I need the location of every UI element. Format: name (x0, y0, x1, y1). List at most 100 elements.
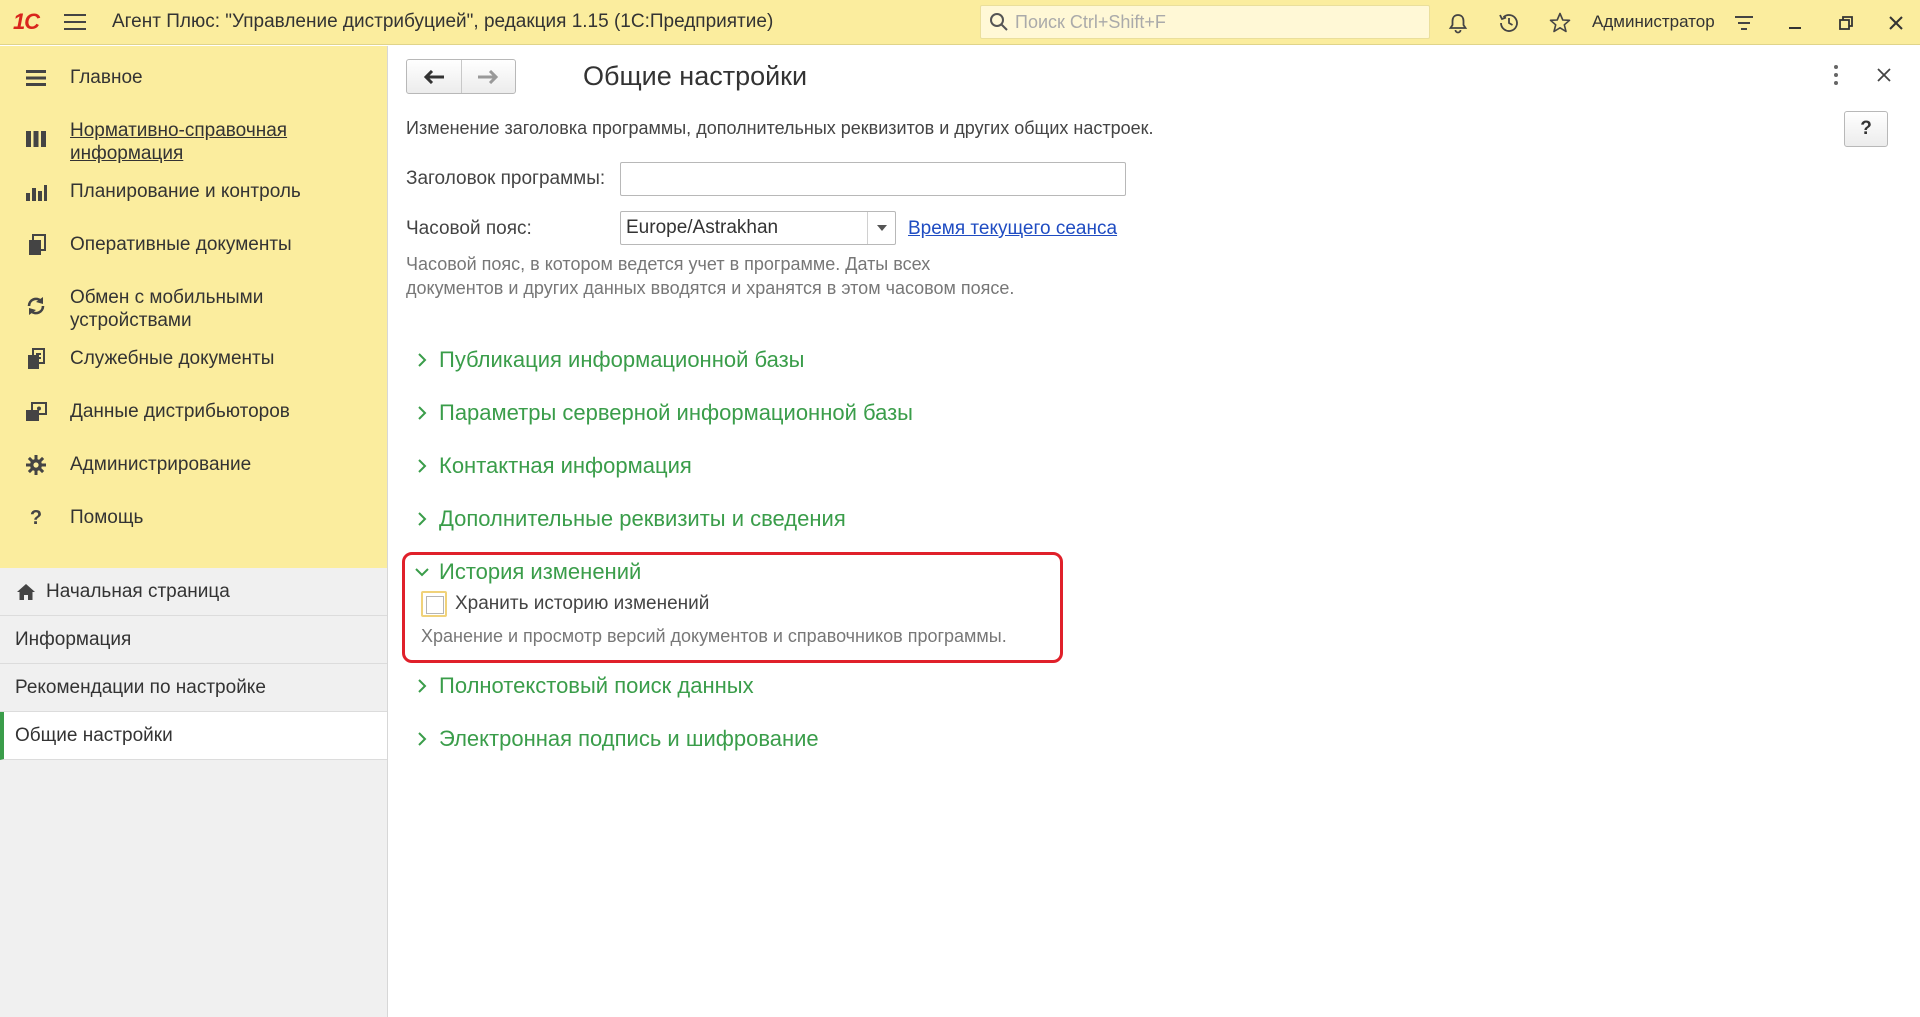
group-title: Электронная подпись и шифрование (439, 726, 819, 751)
form-area: Общие настройки ? Изменение заголовка пр… (389, 46, 1920, 1017)
favorites-button[interactable] (1538, 0, 1582, 45)
close-icon (1877, 68, 1891, 82)
window-close-button[interactable] (1874, 0, 1918, 45)
section-label: Планирование и контроль (70, 181, 301, 202)
nav-item-information[interactable]: Информация (0, 616, 387, 664)
clock-history-icon (1499, 13, 1518, 32)
section-administration[interactable]: Администрирование (0, 439, 387, 492)
nav-item-setup-recommendations[interactable]: Рекомендации по настройке (0, 664, 387, 712)
section-main[interactable]: Главное (0, 52, 387, 105)
group-title: Контактная информация (439, 453, 692, 478)
chevron-down-icon (412, 567, 432, 577)
timezone-value: Europe/Astrakhan (626, 217, 779, 238)
section-service-docs[interactable]: Служебные документы (0, 333, 387, 386)
section-planning[interactable]: Планирование и контроль (0, 166, 387, 219)
form-title: Общие настройки (583, 61, 808, 91)
hamburger-icon (64, 21, 86, 23)
restore-button[interactable] (1824, 0, 1868, 45)
group-contact-info[interactable]: Контактная информация (412, 453, 692, 479)
bell-icon (1448, 13, 1468, 33)
restore-icon (1839, 15, 1853, 30)
app-title: Агент Плюс: "Управление дистрибуцией", р… (112, 11, 774, 32)
open-windows-list: Начальная страница Информация Рекомендац… (0, 568, 387, 760)
chevron-down-icon[interactable] (867, 212, 895, 244)
history-hint: Хранение и просмотр версий документов и … (421, 626, 1007, 646)
group-fulltext-search[interactable]: Полнотекстовый поиск данных (412, 673, 754, 699)
program-title-label: Заголовок программы: (406, 168, 606, 189)
user-name[interactable]: Администратор (1592, 12, 1715, 32)
dot (1834, 81, 1838, 85)
nav-item-home[interactable]: Начальная страница (0, 568, 387, 616)
chevron-right-icon (412, 458, 432, 474)
dot (1834, 73, 1838, 77)
chevron-right-icon (412, 731, 432, 747)
history-button[interactable] (1487, 0, 1531, 45)
dots-vertical-icon (1834, 65, 1838, 69)
history-nav-buttons (406, 59, 516, 94)
chart-icon (22, 180, 50, 204)
sections-panel: Главное Нормативно-справочная информация… (0, 46, 387, 568)
form-close-button[interactable] (1869, 60, 1899, 90)
minimize-button[interactable] (1773, 0, 1817, 45)
settings-lines-icon (1735, 15, 1753, 30)
section-label: Оперативные документы (70, 234, 292, 255)
main-menu-button[interactable] (52, 0, 98, 45)
settings-menu-button[interactable] (1722, 0, 1766, 45)
nav-item-general-settings[interactable]: Общие настройки (0, 712, 387, 760)
group-title: Параметры серверной информационной базы (439, 400, 913, 425)
group-title: Полнотекстовый поиск данных (439, 673, 754, 698)
section-label: Служебные документы (70, 348, 275, 369)
store-history-checkbox[interactable] (421, 591, 447, 617)
store-history-label[interactable]: Хранить историю изменений (455, 593, 709, 615)
reference-icon (22, 127, 50, 151)
group-change-history[interactable]: История изменений (412, 559, 641, 585)
sync-icon (22, 294, 50, 318)
section-label: Обмен с мобильными устройствами (70, 287, 264, 331)
group-server-infobase-params[interactable]: Параметры серверной информационной базы (412, 400, 913, 426)
group-title: Публикация информационной базы (439, 347, 805, 372)
section-distributors[interactable]: Данные дистрибьюторов (0, 386, 387, 439)
chevron-right-icon (412, 405, 432, 421)
help-button[interactable]: ? (1844, 111, 1888, 147)
timezone-hint: Часовой пояс, в котором ведется учет в п… (406, 254, 1015, 298)
sidebar: Главное Нормативно-справочная информация… (0, 46, 388, 1017)
arrow-right-icon (478, 69, 499, 84)
group-additional-attributes[interactable]: Дополнительные реквизиты и сведения (412, 506, 846, 532)
menu-lines-icon (22, 66, 50, 90)
forward-button[interactable] (460, 60, 516, 93)
group-title: Дополнительные реквизиты и сведения (439, 506, 846, 531)
title-bar: 1С Агент Плюс: "Управление дистрибуцией"… (0, 0, 1920, 45)
timezone-select[interactable]: Europe/Astrakhan (620, 211, 896, 245)
more-actions-button[interactable] (1823, 62, 1849, 88)
session-time-link[interactable]: Время текущего сеанса (908, 218, 1117, 240)
gear-icon (22, 453, 50, 477)
app-logo: 1С (12, 9, 40, 34)
question-icon: ? (29, 506, 43, 529)
timezone-label: Часовой пояс: (406, 218, 532, 239)
group-infobase-publication[interactable]: Публикация информационной базы (412, 347, 804, 373)
search-icon (990, 13, 1008, 31)
nav-item-label: Рекомендации по настройке (15, 676, 266, 698)
nav-item-label: Общие настройки (15, 724, 173, 746)
home-icon (16, 583, 36, 601)
arrow-left-icon (423, 69, 444, 84)
form-description: Изменение заголовка программы, дополните… (406, 118, 1154, 138)
search-box[interactable] (980, 5, 1430, 39)
group-digital-signature[interactable]: Электронная подпись и шифрование (412, 726, 819, 752)
section-label: Данные дистрибьюторов (70, 401, 290, 422)
section-help[interactable]: ? Помощь (0, 492, 387, 545)
section-label: Помощь (70, 507, 144, 528)
section-reference[interactable]: Нормативно-справочная информация (0, 105, 387, 166)
section-label: Главное (70, 67, 143, 88)
notifications-button[interactable] (1436, 0, 1480, 45)
back-button[interactable] (407, 60, 461, 93)
search-input[interactable] (1015, 11, 1415, 33)
star-icon (1549, 12, 1571, 32)
service-docs-icon (22, 347, 50, 371)
distributors-icon (22, 400, 50, 424)
section-operational-docs[interactable]: Оперативные документы (0, 219, 387, 272)
close-icon (1889, 15, 1903, 30)
program-title-input[interactable] (620, 162, 1126, 196)
section-mobile-exchange[interactable]: Обмен с мобильными устройствами (0, 272, 387, 333)
nav-item-label: Начальная страница (46, 580, 230, 602)
